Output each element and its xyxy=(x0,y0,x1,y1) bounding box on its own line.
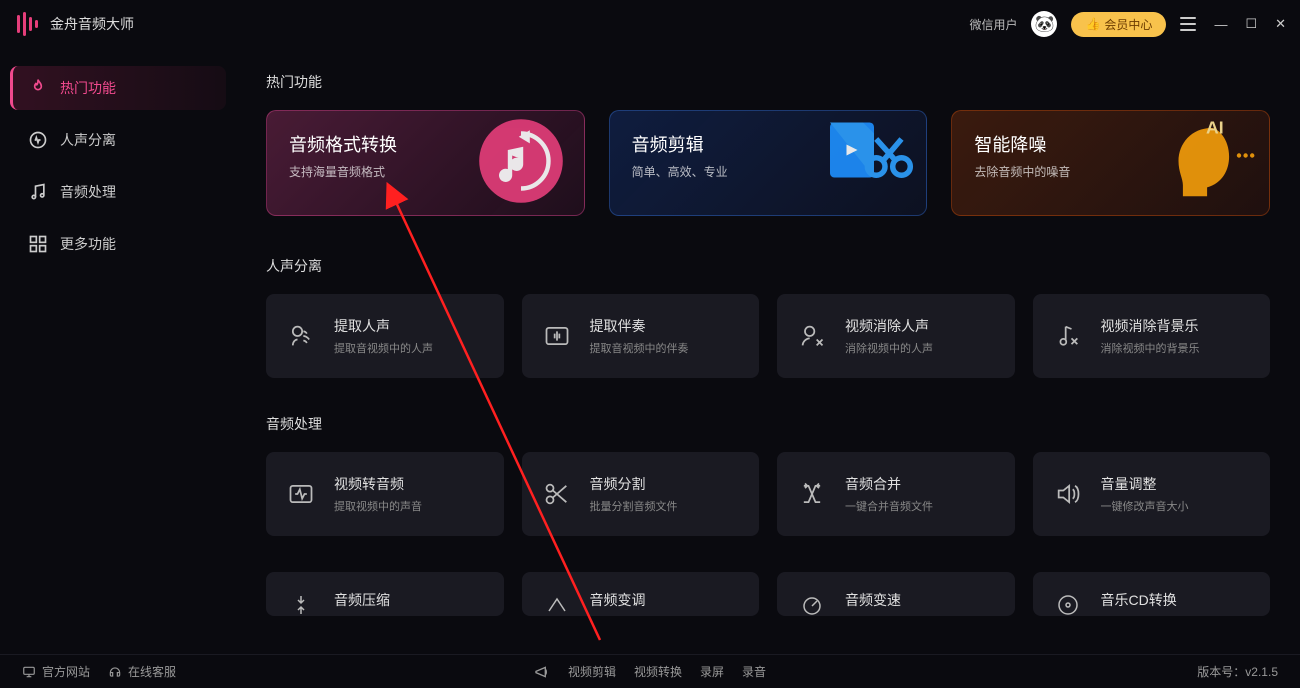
minimize-button[interactable]: — xyxy=(1214,17,1227,32)
nav-voice[interactable]: 人声分离 xyxy=(10,118,226,162)
card-audio-merge[interactable]: 音频合并一键合并音频文件 xyxy=(777,452,1015,536)
card-cd-convert[interactable]: 音乐CD转换 xyxy=(1033,572,1271,616)
hero-audio-edit[interactable]: 音频剪辑 简单、高效、专业 xyxy=(609,110,928,216)
nav-label: 人声分离 xyxy=(60,130,116,150)
section-title-voice: 人声分离 xyxy=(266,256,1270,276)
close-button[interactable]: ✕ xyxy=(1275,16,1286,32)
footer-link-screen-record[interactable]: 录屏 xyxy=(700,663,724,680)
nav-label: 热门功能 xyxy=(60,78,116,98)
music-convert-icon xyxy=(466,110,576,216)
vip-button[interactable]: 👍 会员中心 xyxy=(1071,12,1166,37)
app-title: 金舟音频大师 xyxy=(50,14,134,34)
menu-icon[interactable] xyxy=(1180,17,1196,31)
compress-icon xyxy=(286,590,316,616)
pulse-box-icon xyxy=(286,479,316,509)
section-title-audio: 音频处理 xyxy=(266,414,1270,434)
scissors-icon xyxy=(542,479,572,509)
headset-icon xyxy=(108,665,122,679)
pitch-icon xyxy=(542,590,572,616)
hero-noise-reduce[interactable]: 智能降噪 去除音频中的噪音 AI xyxy=(951,110,1270,216)
thumbs-up-icon: 👍 xyxy=(1085,17,1100,31)
footer-link-audio-record[interactable]: 录音 xyxy=(742,663,766,680)
card-video-to-audio[interactable]: 视频转音频提取视频中的声音 xyxy=(266,452,504,536)
user-label: 微信用户 xyxy=(969,16,1017,33)
megaphone-icon xyxy=(534,664,550,680)
nav-hot[interactable]: 热门功能 xyxy=(10,66,226,110)
card-video-remove-vocal[interactable]: 视频消除人声消除视频中的人声 xyxy=(777,294,1015,378)
fire-icon xyxy=(28,78,48,98)
card-audio-compress[interactable]: 音频压缩 xyxy=(266,572,504,616)
card-audio-pitch[interactable]: 音频变调 xyxy=(522,572,760,616)
titlebar: 金舟音频大师 微信用户 🐼 👍 会员中心 — ☐ ✕ xyxy=(0,0,1300,48)
music-note-icon xyxy=(28,182,48,202)
version-label: 版本号：v2.1.5 xyxy=(1197,663,1278,680)
avatar[interactable]: 🐼 xyxy=(1031,11,1057,37)
sidebar: 热门功能 人声分离 音频处理 更多功能 xyxy=(0,48,236,654)
ai-head-icon: AI xyxy=(1151,110,1261,216)
person-x-icon xyxy=(797,321,827,351)
footer-link-video-convert[interactable]: 视频转换 xyxy=(634,663,682,680)
footer-official-site[interactable]: 官方网站 xyxy=(22,663,90,680)
svg-text:AI: AI xyxy=(1206,118,1224,138)
nav-label: 音频处理 xyxy=(60,182,116,202)
footer-support[interactable]: 在线客服 xyxy=(108,663,176,680)
waveform-box-icon xyxy=(542,321,572,351)
scissors-file-icon xyxy=(808,110,918,216)
hero-format-convert[interactable]: 音频格式转换 支持海量音频格式 xyxy=(266,110,585,216)
maximize-button[interactable]: ☐ xyxy=(1245,16,1257,32)
wave-circle-icon xyxy=(28,130,48,150)
card-video-remove-bgm[interactable]: 视频消除背景乐消除视频中的背景乐 xyxy=(1033,294,1271,378)
nav-more[interactable]: 更多功能 xyxy=(10,222,226,266)
merge-icon xyxy=(797,479,827,509)
disc-icon xyxy=(1053,590,1083,616)
speed-icon xyxy=(797,590,827,616)
nav-audio[interactable]: 音频处理 xyxy=(10,170,226,214)
card-extract-vocal[interactable]: 提取人声提取音视频中的人声 xyxy=(266,294,504,378)
card-volume-adjust[interactable]: 音量调整一键修改声音大小 xyxy=(1033,452,1271,536)
main-content: 热门功能 音频格式转换 支持海量音频格式 音频剪辑 简单、高效、专业 智能降噪 … xyxy=(236,48,1300,654)
monitor-icon xyxy=(22,665,36,679)
footer: 官方网站 在线客服 视频剪辑 视频转换 录屏 录音 版本号：v2.1.5 xyxy=(0,654,1300,688)
note-x-icon xyxy=(1053,321,1083,351)
nav-label: 更多功能 xyxy=(60,234,116,254)
speaker-icon xyxy=(1053,479,1083,509)
card-audio-split[interactable]: 音频分割批量分割音频文件 xyxy=(522,452,760,536)
section-title-hot: 热门功能 xyxy=(266,72,1270,92)
card-audio-speed[interactable]: 音频变速 xyxy=(777,572,1015,616)
app-logo-icon xyxy=(14,11,40,37)
voice-icon xyxy=(286,321,316,351)
card-extract-accompaniment[interactable]: 提取伴奏提取音视频中的伴奏 xyxy=(522,294,760,378)
grid-icon xyxy=(28,234,48,254)
footer-link-video-edit[interactable]: 视频剪辑 xyxy=(568,663,616,680)
